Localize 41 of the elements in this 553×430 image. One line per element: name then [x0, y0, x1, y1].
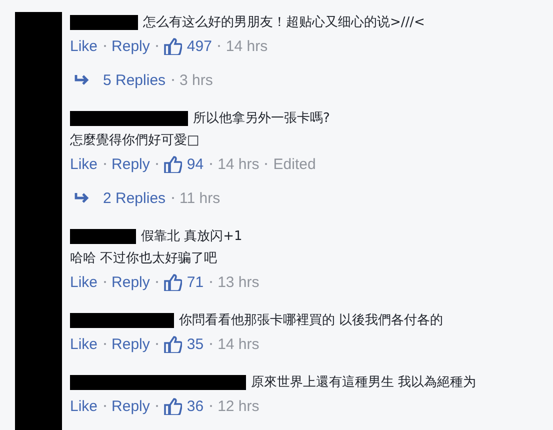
timestamp: 14 hrs — [226, 38, 268, 54]
comment-text: 原來世界上還有這種男生 我以為絕種为 — [251, 374, 476, 391]
timestamp: 13 hrs — [218, 274, 260, 290]
reply-link[interactable]: Reply — [112, 38, 150, 54]
reply-arrow-icon — [74, 74, 90, 86]
thumbs-up-icon — [164, 274, 182, 290]
like-link[interactable]: Like — [70, 38, 98, 54]
like-link[interactable]: Like — [70, 156, 98, 172]
timestamp: 14 hrs — [218, 156, 260, 172]
like-count: 71 — [186, 274, 204, 290]
reply-arrow-icon — [74, 192, 90, 204]
replies-link[interactable]: 2 Replies — [103, 190, 166, 206]
comment-text: 怎么有这么好的男朋友！超贴心又细心的说>///< — [143, 14, 425, 31]
redacted-name — [70, 14, 138, 30]
reply-link[interactable]: Reply — [112, 274, 150, 290]
redacted-name — [70, 228, 136, 244]
thumbs-up-icon — [164, 156, 182, 172]
timestamp: 14 hrs — [218, 336, 260, 352]
comment-text: 假靠北 真放闪+1 — [141, 228, 242, 245]
like-count: 36 — [186, 398, 204, 414]
like-count: 94 — [186, 156, 204, 172]
thumbs-up-icon — [164, 38, 182, 54]
like-count: 35 — [186, 336, 204, 352]
thumbs-up-icon — [164, 398, 182, 414]
thumbs-up-icon — [164, 336, 182, 352]
like-link[interactable]: Like — [70, 398, 98, 414]
comment-text: 所以他拿另外一張卡嗎? — [193, 110, 330, 127]
like-count: 497 — [186, 38, 212, 54]
timestamp: 12 hrs — [218, 398, 260, 414]
comment-text: 哈哈 不过你也太好骗了吧 — [70, 250, 218, 267]
timestamp: 3 hrs — [180, 72, 213, 88]
replies-link[interactable]: 5 Replies — [103, 72, 166, 88]
edited-label: Edited — [273, 156, 316, 172]
comment-text: 你問看看他那張卡哪裡買的 以後我們各付各的 — [179, 312, 444, 329]
like-link[interactable]: Like — [70, 274, 98, 290]
comment-text: 怎麼覺得你們好可愛□ — [70, 132, 200, 149]
timestamp: 11 hrs — [180, 190, 220, 206]
like-link[interactable]: Like — [70, 336, 98, 352]
reply-link[interactable]: Reply — [112, 398, 150, 414]
reply-link[interactable]: Reply — [112, 336, 150, 352]
reply-link[interactable]: Reply — [112, 156, 150, 172]
